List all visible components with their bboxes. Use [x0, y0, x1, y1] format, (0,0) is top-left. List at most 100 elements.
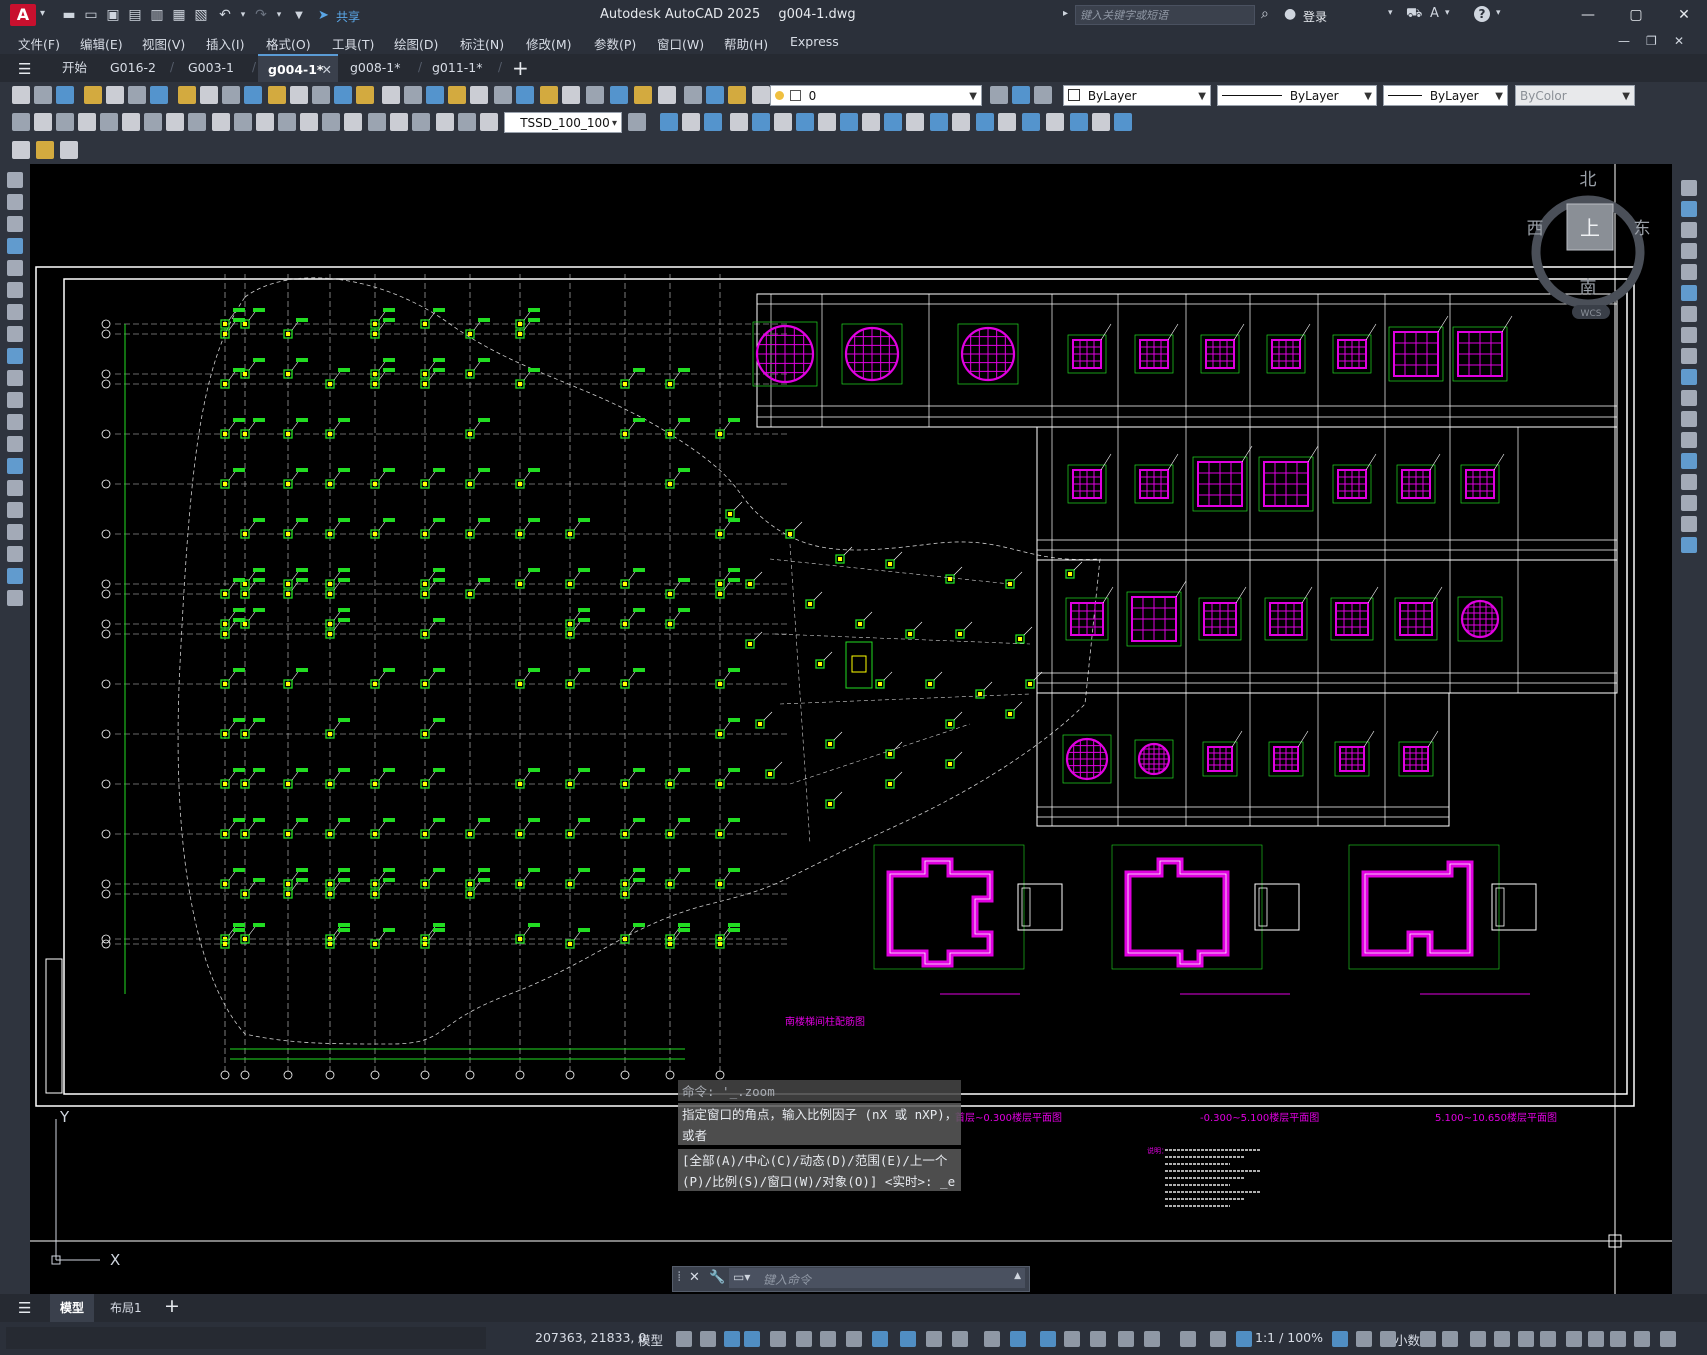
- angular-icon[interactable]: [166, 113, 184, 131]
- dim-override-icon[interactable]: [480, 113, 498, 131]
- hardware-accel-icon[interactable]: [1470, 1331, 1486, 1347]
- layout-menu-icon[interactable]: ☰: [18, 1299, 31, 1317]
- center-mark-icon[interactable]: [322, 113, 340, 131]
- point-icon[interactable]: [7, 458, 23, 474]
- undo-dropdown-icon[interactable]: ▾: [234, 6, 252, 24]
- 3d-pyramid-icon[interactable]: [796, 113, 814, 131]
- help-dropdown-icon[interactable]: ▾: [1496, 8, 1501, 18]
- dim-text-edit-icon[interactable]: [412, 113, 430, 131]
- doc-minimize-icon[interactable]: —: [1618, 34, 1630, 48]
- tab-g011-1[interactable]: g011-1*: [422, 54, 493, 82]
- move-icon[interactable]: [1681, 285, 1697, 301]
- layer-previous-icon[interactable]: [1012, 86, 1030, 104]
- lock-ui-icon[interactable]: [1332, 1331, 1348, 1347]
- help-icon[interactable]: [586, 86, 604, 104]
- copy-icon[interactable]: [200, 86, 218, 104]
- menu-window[interactable]: 窗口(W): [657, 34, 704, 53]
- 3d-wedge-icon[interactable]: [682, 113, 700, 131]
- plot-icon[interactable]: ▧: [192, 6, 210, 24]
- gradient-icon[interactable]: [7, 502, 23, 518]
- thicken-icon[interactable]: [998, 113, 1016, 131]
- auto-scale-icon[interactable]: [1090, 1331, 1106, 1347]
- trim-icon[interactable]: [1681, 369, 1697, 385]
- model-space-button[interactable]: 模型: [638, 1330, 663, 1349]
- annotation-scale-icon[interactable]: [1118, 1331, 1134, 1347]
- settings-icon[interactable]: [1540, 1331, 1556, 1347]
- make-block-icon[interactable]: [7, 436, 23, 452]
- tab-g016-2[interactable]: G016-2: [100, 54, 166, 82]
- dimstyle-dropdown[interactable]: TSSD_100_100 ▾: [504, 112, 622, 133]
- tab-g008-1[interactable]: g008-1*: [340, 54, 411, 82]
- plotstyle-dropdown[interactable]: ByColor ▼: [1515, 85, 1635, 106]
- 3d-sphere-icon[interactable]: [730, 113, 748, 131]
- customize-cmd-icon[interactable]: 🔧: [709, 1270, 725, 1285]
- coordinates-readout[interactable]: 207363, 21833, 0: [535, 1330, 646, 1345]
- grid-icon[interactable]: [676, 1331, 692, 1347]
- hamburger-menu-icon[interactable]: ☰: [18, 60, 31, 78]
- publish-icon[interactable]: [128, 86, 146, 104]
- jogged-icon[interactable]: [122, 113, 140, 131]
- layer-state-icon[interactable]: [634, 86, 652, 104]
- open-file-icon[interactable]: ▭: [82, 6, 100, 24]
- customize-icon[interactable]: [1442, 1331, 1458, 1347]
- 3d-torus-icon[interactable]: [774, 113, 792, 131]
- mirror-icon[interactable]: [1681, 222, 1697, 238]
- pan-icon[interactable]: [356, 86, 374, 104]
- array-icon[interactable]: [1681, 264, 1697, 280]
- dim-break-icon[interactable]: [278, 113, 296, 131]
- quick-dim-icon[interactable]: [188, 113, 206, 131]
- intersect-icon[interactable]: [952, 113, 970, 131]
- app-menu-chevron-icon[interactable]: ▾: [40, 8, 45, 19]
- polyline-icon[interactable]: [7, 216, 23, 232]
- menu-view[interactable]: 视图(V): [142, 34, 185, 53]
- revolve-icon[interactable]: [840, 113, 858, 131]
- ortho-icon[interactable]: [744, 1331, 760, 1347]
- shell-icon[interactable]: [1046, 113, 1064, 131]
- undo-icon[interactable]: ↶: [216, 6, 234, 24]
- layer-lock-icon[interactable]: [752, 86, 770, 104]
- transparency-icon[interactable]: [900, 1331, 916, 1347]
- layer-dropdown[interactable]: 0 ▼: [770, 85, 982, 106]
- break-icon[interactable]: [1681, 432, 1697, 448]
- zoom-previous-icon[interactable]: [426, 86, 444, 104]
- break-point-icon[interactable]: [1681, 411, 1697, 427]
- union-icon[interactable]: [906, 113, 924, 131]
- dim-edit-icon[interactable]: [390, 113, 408, 131]
- save-icon[interactable]: [56, 86, 74, 104]
- layer-iso-icon[interactable]: [706, 86, 724, 104]
- close-icon[interactable]: ✕: [1669, 4, 1699, 26]
- tssd-tools-icon[interactable]: [60, 141, 78, 159]
- inspect-icon[interactable]: [344, 113, 362, 131]
- offset-icon[interactable]: [1681, 243, 1697, 259]
- clean-screen-icon[interactable]: [1420, 1331, 1436, 1347]
- arc-icon[interactable]: [7, 282, 23, 298]
- save-icon[interactable]: ▣: [104, 6, 122, 24]
- snap-icon[interactable]: [700, 1331, 716, 1347]
- lineweight-icon[interactable]: [872, 1331, 888, 1347]
- viewcube[interactable]: 上 北 南 东 西 WCS: [1527, 170, 1651, 319]
- drag-handle-icon[interactable]: ⁞: [677, 1269, 681, 1285]
- layout-tab-model[interactable]: 模型: [50, 1294, 95, 1322]
- annotation-visibility-icon[interactable]: [1064, 1331, 1080, 1347]
- units-display[interactable]: 小数: [1395, 1330, 1420, 1349]
- menu-edit[interactable]: 编辑(E): [80, 34, 123, 53]
- menu-tools[interactable]: 工具(T): [332, 34, 374, 53]
- filter-icon[interactable]: [1010, 1331, 1026, 1347]
- 3d-cylinder-icon[interactable]: [752, 113, 770, 131]
- plus-icon[interactable]: [1566, 1331, 1582, 1347]
- table-icon[interactable]: [7, 546, 23, 562]
- circle-icon[interactable]: [7, 304, 23, 320]
- linear-dim-icon[interactable]: [12, 113, 30, 131]
- zoom-window-icon[interactable]: [404, 86, 422, 104]
- search-icon[interactable]: ⌕: [1261, 6, 1269, 22]
- new-file-icon[interactable]: ▬: [60, 6, 78, 24]
- menu-help[interactable]: 帮助(H): [724, 34, 768, 53]
- lineweight-dropdown[interactable]: ByLayer ▼: [1383, 85, 1508, 106]
- menu-draw[interactable]: 绘图(D): [394, 34, 438, 53]
- menu-express[interactable]: Express: [790, 34, 839, 49]
- annotation-monitor-icon[interactable]: [1180, 1331, 1196, 1347]
- gizmo-icon[interactable]: [1040, 1331, 1056, 1347]
- dim-style-icon[interactable]: [458, 113, 476, 131]
- separate-icon[interactable]: [1092, 113, 1110, 131]
- viewcube-west[interactable]: 西: [1527, 219, 1544, 239]
